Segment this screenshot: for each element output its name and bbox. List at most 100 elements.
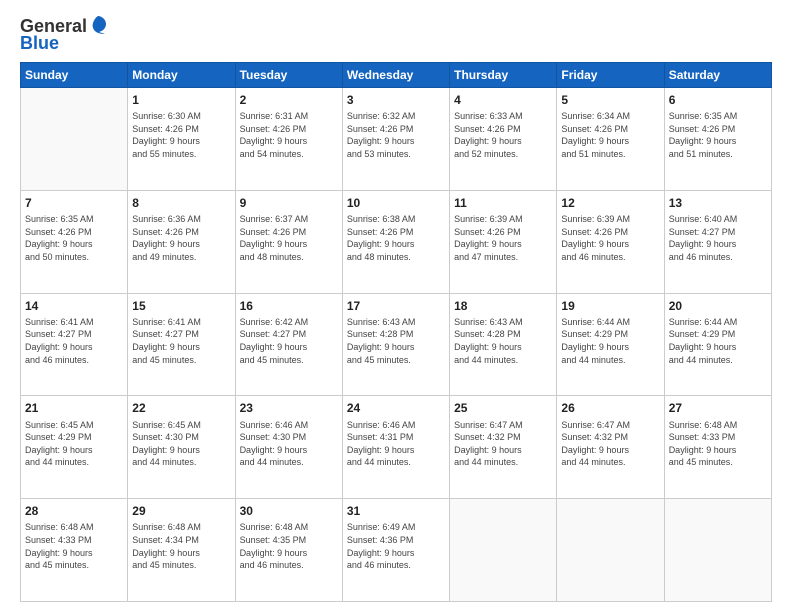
day-number: 19 [561, 298, 659, 314]
day-number: 28 [25, 503, 123, 519]
calendar-cell: 7 Sunrise: 6:35 AMSunset: 4:26 PMDaylight… [21, 190, 128, 293]
calendar-cell: 10Sunrise: 6:38 AMSunset: 4:26 PMDayligh… [342, 190, 449, 293]
weekday-header-tuesday: Tuesday [235, 63, 342, 88]
day-info: Sunrise: 6:46 AMSunset: 4:30 PMDaylight:… [240, 419, 338, 469]
calendar-header: SundayMondayTuesdayWednesdayThursdayFrid… [21, 63, 772, 88]
calendar-cell: 24 Sunrise: 6:46 AMSunset: 4:31 PMDayligh… [342, 396, 449, 499]
day-info: Sunrise: 6:39 AMSunset: 4:26 PMDaylight:… [561, 213, 659, 263]
day-number: 25 [454, 400, 552, 416]
day-number: 10 [347, 195, 445, 211]
day-number: 8 [132, 195, 230, 211]
calendar-cell: 26Sunrise: 6:47 AMSunset: 4:32 PMDayligh… [557, 396, 664, 499]
weekday-header-sunday: Sunday [21, 63, 128, 88]
header: General Blue [20, 16, 772, 54]
calendar-cell: 3Sunrise: 6:32 AMSunset: 4:26 PMDaylight… [342, 88, 449, 191]
calendar-cell: 23 Sunrise: 6:46 AMSunset: 4:30 PMDayligh… [235, 396, 342, 499]
day-info: Sunrise: 6:41 AMSunset: 4:27 PMDaylight:… [132, 316, 230, 366]
day-number: 30 [240, 503, 338, 519]
calendar-week-3: 21Sunrise: 6:45 AMSunset: 4:29 PMDayligh… [21, 396, 772, 499]
day-info: Sunrise: 6:48 AMSunset: 4:34 PMDaylight:… [132, 521, 230, 571]
calendar-cell: 6 Sunrise: 6:35 AMSunset: 4:26 PMDaylight… [664, 88, 771, 191]
calendar-cell: 27 Sunrise: 6:48 AMSunset: 4:33 PMDayligh… [664, 396, 771, 499]
day-number: 20 [669, 298, 767, 314]
logo-blue: Blue [20, 33, 59, 54]
calendar-cell: 20 Sunrise: 6:44 AMSunset: 4:29 PMDayligh… [664, 293, 771, 396]
day-number: 24 [347, 400, 445, 416]
calendar-cell: 19 Sunrise: 6:44 AMSunset: 4:29 PMDayligh… [557, 293, 664, 396]
calendar-cell [557, 499, 664, 602]
day-number: 12 [561, 195, 659, 211]
logo: General Blue [20, 16, 107, 54]
day-info: Sunrise: 6:45 AMSunset: 4:30 PMDaylight:… [132, 419, 230, 469]
calendar-week-1: 7 Sunrise: 6:35 AMSunset: 4:26 PMDaylight… [21, 190, 772, 293]
calendar-cell: 21Sunrise: 6:45 AMSunset: 4:29 PMDayligh… [21, 396, 128, 499]
day-number: 11 [454, 195, 552, 211]
calendar-cell: 25 Sunrise: 6:47 AMSunset: 4:32 PMDayligh… [450, 396, 557, 499]
calendar-cell: 30Sunrise: 6:48 AMSunset: 4:35 PMDayligh… [235, 499, 342, 602]
calendar-cell [450, 499, 557, 602]
calendar-body: 1 Sunrise: 6:30 AMSunset: 4:26 PMDaylight… [21, 88, 772, 602]
day-info: Sunrise: 6:47 AMSunset: 4:32 PMDaylight:… [561, 419, 659, 469]
day-info: Sunrise: 6:43 AMSunset: 4:28 PMDaylight:… [454, 316, 552, 366]
calendar-cell: 17Sunrise: 6:43 AMSunset: 4:28 PMDayligh… [342, 293, 449, 396]
day-number: 13 [669, 195, 767, 211]
calendar-week-2: 14Sunrise: 6:41 AMSunset: 4:27 PMDayligh… [21, 293, 772, 396]
day-info: Sunrise: 6:48 AMSunset: 4:33 PMDaylight:… [25, 521, 123, 571]
day-number: 5 [561, 92, 659, 108]
day-info: Sunrise: 6:39 AMSunset: 4:26 PMDaylight:… [454, 213, 552, 263]
weekday-header-saturday: Saturday [664, 63, 771, 88]
day-info: Sunrise: 6:36 AMSunset: 4:26 PMDaylight:… [132, 213, 230, 263]
day-number: 7 [25, 195, 123, 211]
calendar-cell: 1 Sunrise: 6:30 AMSunset: 4:26 PMDaylight… [128, 88, 235, 191]
day-number: 17 [347, 298, 445, 314]
day-info: Sunrise: 6:48 AMSunset: 4:33 PMDaylight:… [669, 419, 767, 469]
day-number: 29 [132, 503, 230, 519]
calendar-cell: 15 Sunrise: 6:41 AMSunset: 4:27 PMDayligh… [128, 293, 235, 396]
calendar-week-0: 1 Sunrise: 6:30 AMSunset: 4:26 PMDaylight… [21, 88, 772, 191]
page: General Blue SundayMondayTuesdayWednesda… [0, 0, 792, 612]
day-number: 9 [240, 195, 338, 211]
calendar-cell [21, 88, 128, 191]
day-info: Sunrise: 6:46 AMSunset: 4:31 PMDaylight:… [347, 419, 445, 469]
calendar-cell: 18 Sunrise: 6:43 AMSunset: 4:28 PMDayligh… [450, 293, 557, 396]
calendar-cell [664, 499, 771, 602]
day-number: 27 [669, 400, 767, 416]
day-number: 18 [454, 298, 552, 314]
day-info: Sunrise: 6:30 AMSunset: 4:26 PMDaylight:… [132, 110, 230, 160]
day-number: 4 [454, 92, 552, 108]
weekday-header-monday: Monday [128, 63, 235, 88]
calendar-week-4: 28 Sunrise: 6:48 AMSunset: 4:33 PMDayligh… [21, 499, 772, 602]
day-info: Sunrise: 6:40 AMSunset: 4:27 PMDaylight:… [669, 213, 767, 263]
day-info: Sunrise: 6:35 AMSunset: 4:26 PMDaylight:… [669, 110, 767, 160]
calendar-cell: 22Sunrise: 6:45 AMSunset: 4:30 PMDayligh… [128, 396, 235, 499]
calendar-cell: 4Sunrise: 6:33 AMSunset: 4:26 PMDaylight… [450, 88, 557, 191]
day-info: Sunrise: 6:44 AMSunset: 4:29 PMDaylight:… [561, 316, 659, 366]
day-info: Sunrise: 6:32 AMSunset: 4:26 PMDaylight:… [347, 110, 445, 160]
calendar-cell: 14Sunrise: 6:41 AMSunset: 4:27 PMDayligh… [21, 293, 128, 396]
day-number: 15 [132, 298, 230, 314]
day-info: Sunrise: 6:31 AMSunset: 4:26 PMDaylight:… [240, 110, 338, 160]
day-info: Sunrise: 6:45 AMSunset: 4:29 PMDaylight:… [25, 419, 123, 469]
calendar-table: SundayMondayTuesdayWednesdayThursdayFrid… [20, 62, 772, 602]
logo-bird-icon [89, 14, 107, 36]
calendar-cell: 2 Sunrise: 6:31 AMSunset: 4:26 PMDaylight… [235, 88, 342, 191]
calendar-cell: 29 Sunrise: 6:48 AMSunset: 4:34 PMDayligh… [128, 499, 235, 602]
calendar-cell: 9Sunrise: 6:37 AMSunset: 4:26 PMDaylight… [235, 190, 342, 293]
weekday-header-wednesday: Wednesday [342, 63, 449, 88]
calendar-cell: 5 Sunrise: 6:34 AMSunset: 4:26 PMDaylight… [557, 88, 664, 191]
calendar-cell: 8 Sunrise: 6:36 AMSunset: 4:26 PMDaylight… [128, 190, 235, 293]
day-number: 23 [240, 400, 338, 416]
day-info: Sunrise: 6:34 AMSunset: 4:26 PMDaylight:… [561, 110, 659, 160]
day-info: Sunrise: 6:41 AMSunset: 4:27 PMDaylight:… [25, 316, 123, 366]
day-number: 2 [240, 92, 338, 108]
day-number: 16 [240, 298, 338, 314]
day-info: Sunrise: 6:47 AMSunset: 4:32 PMDaylight:… [454, 419, 552, 469]
day-info: Sunrise: 6:42 AMSunset: 4:27 PMDaylight:… [240, 316, 338, 366]
day-number: 6 [669, 92, 767, 108]
weekday-header-row: SundayMondayTuesdayWednesdayThursdayFrid… [21, 63, 772, 88]
day-info: Sunrise: 6:44 AMSunset: 4:29 PMDaylight:… [669, 316, 767, 366]
day-info: Sunrise: 6:35 AMSunset: 4:26 PMDaylight:… [25, 213, 123, 263]
day-number: 1 [132, 92, 230, 108]
calendar-cell: 11 Sunrise: 6:39 AMSunset: 4:26 PMDayligh… [450, 190, 557, 293]
calendar-cell: 31Sunrise: 6:49 AMSunset: 4:36 PMDayligh… [342, 499, 449, 602]
